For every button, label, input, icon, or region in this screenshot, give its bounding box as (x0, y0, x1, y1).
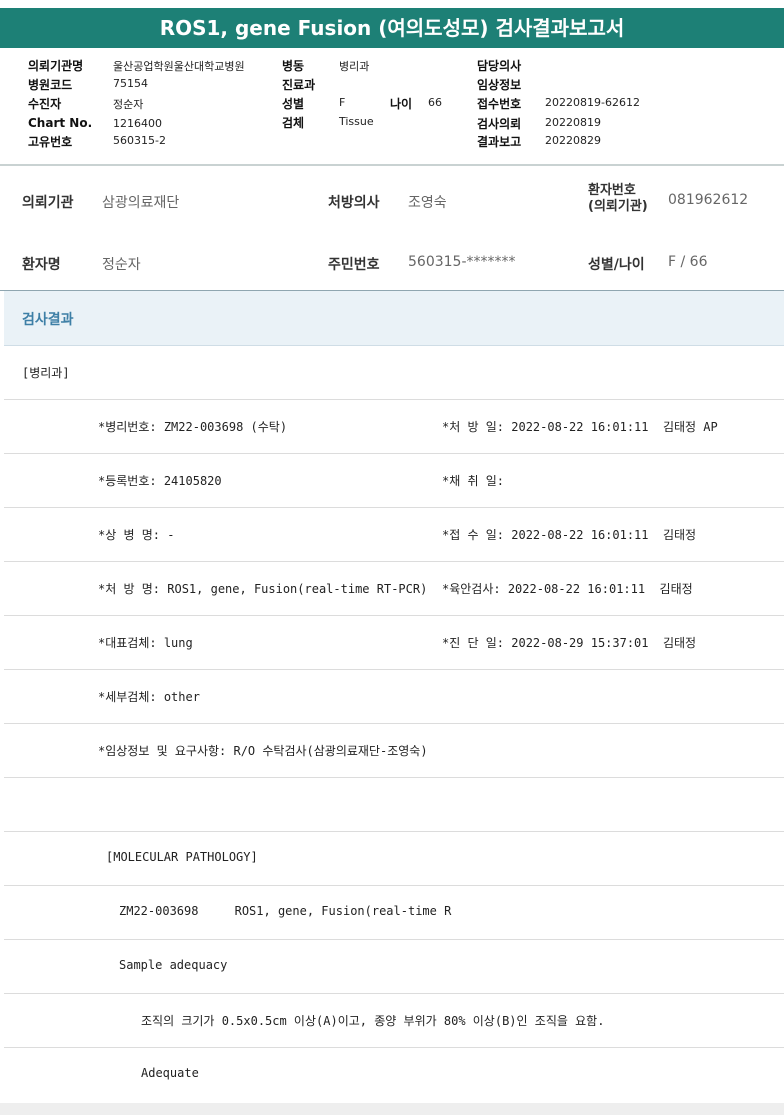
molecular-pathology-heading: [MOLECULAR PATHOLOGY] (106, 850, 258, 864)
result-row: *임상정보 및 요구사항: R/O 수탁검사(삼광의료재단-조영숙) (4, 724, 784, 778)
report-title: ROS1, gene Fusion (여의도성모) 검사결과보고서 (0, 8, 784, 48)
chart-no-value: 1216400 (113, 117, 162, 130)
patient-name-label: 환자명 (22, 257, 61, 273)
result-row-left: *대표검체: lung (98, 636, 193, 650)
examinee-value: 정순자 (113, 98, 144, 111)
test-request-value: 20220819 (545, 116, 601, 129)
clinical-info-label: 임상정보 (477, 78, 522, 92)
patient-info-panel: 의뢰기관 삼광의료재단 처방의사 조영숙 환자번호 (의뢰기관) 0819626… (0, 166, 784, 291)
age-value: 66 (428, 96, 442, 109)
result-row-left: *세부검체: other (98, 690, 200, 704)
patient-no-value: 081962612 (668, 192, 749, 208)
age-label: 나이 (390, 97, 413, 111)
result-row: Adequate (4, 1048, 784, 1101)
result-row-right: *육안검사: 2022-08-22 16:01:11 김태정 (442, 582, 693, 596)
result-report-value: 20220829 (545, 134, 601, 147)
result-row: [MOLECULAR PATHOLOGY] (4, 832, 784, 886)
result-row-left: *임상정보 및 요구사항: R/O 수탁검사(삼광의료재단-조영숙) (98, 744, 428, 758)
adequacy-criteria-text: 조직의 크기가 0.5x0.5cm 이상(A)이고, 종양 부위가 80% 이상… (141, 1014, 605, 1028)
result-row: *세부검체: other (4, 670, 784, 724)
sex-age-label: 성별/나이 (588, 257, 645, 273)
attending-doctor-label: 담당의사 (477, 59, 522, 73)
unique-no-label: 고유번호 (28, 135, 73, 149)
adequacy-result-text: Adequate (141, 1066, 199, 1080)
institution-name-value: 울산공업학원울산대학교병원 (113, 60, 245, 73)
requesting-institution-label: 의뢰기관 (22, 195, 74, 211)
sex-value: F (339, 96, 346, 109)
result-row: *병리번호: ZM22-003698 (수탁) *처 방 일: 2022-08-… (4, 400, 784, 454)
receipt-no-label: 접수번호 (477, 97, 522, 111)
result-row-left: [병리과] (22, 366, 70, 380)
rrn-label: 주민번호 (328, 257, 380, 273)
receipt-no-value: 20220819-62612 (545, 96, 640, 109)
rrn-value: 560315-******* (408, 254, 516, 270)
test-request-label: 검사의뢰 (477, 117, 522, 131)
hospital-code-value: 75154 (113, 77, 148, 90)
unique-no-value: 560315-2 (113, 134, 166, 147)
patient-name-value: 정순자 (102, 257, 141, 273)
result-row-right: *처 방 일: 2022-08-22 16:01:11 김태정 AP (442, 420, 718, 434)
ward-value: 병리과 (339, 60, 370, 73)
results-header-label: 검사결과 (22, 312, 74, 328)
result-row: Sample adequacy (4, 940, 784, 994)
result-row: ZM22-003698 ROS1, gene, Fusion(real-time… (4, 886, 784, 940)
result-row: *상 병 명: - *접 수 일: 2022-08-22 16:01:11 김태… (4, 508, 784, 562)
institution-name-label: 의뢰기관명 (28, 59, 84, 73)
result-row: *대표검체: lung *진 단 일: 2022-08-29 15:37:01 … (4, 616, 784, 670)
sample-adequacy-heading: Sample adequacy (119, 958, 228, 972)
result-report-label: 결과보고 (477, 135, 522, 149)
patient-no-label: 환자번호 (의뢰기관) (588, 183, 648, 215)
patient-no-label-line1: 환자번호 (588, 183, 636, 198)
result-row-empty (4, 778, 784, 832)
result-row-left: *병리번호: ZM22-003698 (수탁) (98, 420, 288, 434)
result-row: *처 방 명: ROS1, gene, Fusion(real-time RT-… (4, 562, 784, 616)
result-row-left: *상 병 명: - (98, 528, 175, 542)
bottom-scroll-strip (0, 1103, 784, 1115)
result-row-right: *접 수 일: 2022-08-22 16:01:11 김태정 (442, 528, 697, 542)
request-info-panel: 의뢰기관명 울산공업학원울산대학교병원 병원코드 75154 수진자 정순자 C… (0, 48, 784, 166)
examinee-label: 수진자 (28, 97, 62, 111)
patient-no-label-line2: (의뢰기관) (588, 199, 648, 214)
results-section-header: 검사결과 (4, 291, 784, 346)
chart-no-label: Chart No. (28, 116, 93, 130)
specimen-label: 검체 (282, 116, 305, 130)
prescribing-doctor-value: 조영숙 (408, 195, 447, 211)
sex-label: 성별 (282, 97, 305, 111)
specimen-value: Tissue (339, 115, 374, 128)
ward-label: 병동 (282, 59, 305, 73)
result-row: [병리과] (4, 346, 784, 400)
sex-age-value: F / 66 (668, 254, 708, 270)
test-code-line: ZM22-003698 ROS1, gene, Fusion(real-time… (119, 904, 452, 918)
department-label: 진료과 (282, 78, 316, 92)
result-row: 조직의 크기가 0.5x0.5cm 이상(A)이고, 종양 부위가 80% 이상… (4, 994, 784, 1048)
result-row-right: *진 단 일: 2022-08-29 15:37:01 김태정 (442, 636, 697, 650)
result-row-left: *처 방 명: ROS1, gene, Fusion(real-time RT-… (98, 582, 428, 596)
hospital-code-label: 병원코드 (28, 78, 73, 92)
result-row-right: *채 취 일: (442, 474, 505, 488)
result-row: *등록번호: 24105820 *채 취 일: (4, 454, 784, 508)
requesting-institution-value: 삼광의료재단 (102, 195, 180, 211)
prescribing-doctor-label: 처방의사 (328, 195, 380, 211)
result-row-left: *등록번호: 24105820 (98, 474, 222, 488)
